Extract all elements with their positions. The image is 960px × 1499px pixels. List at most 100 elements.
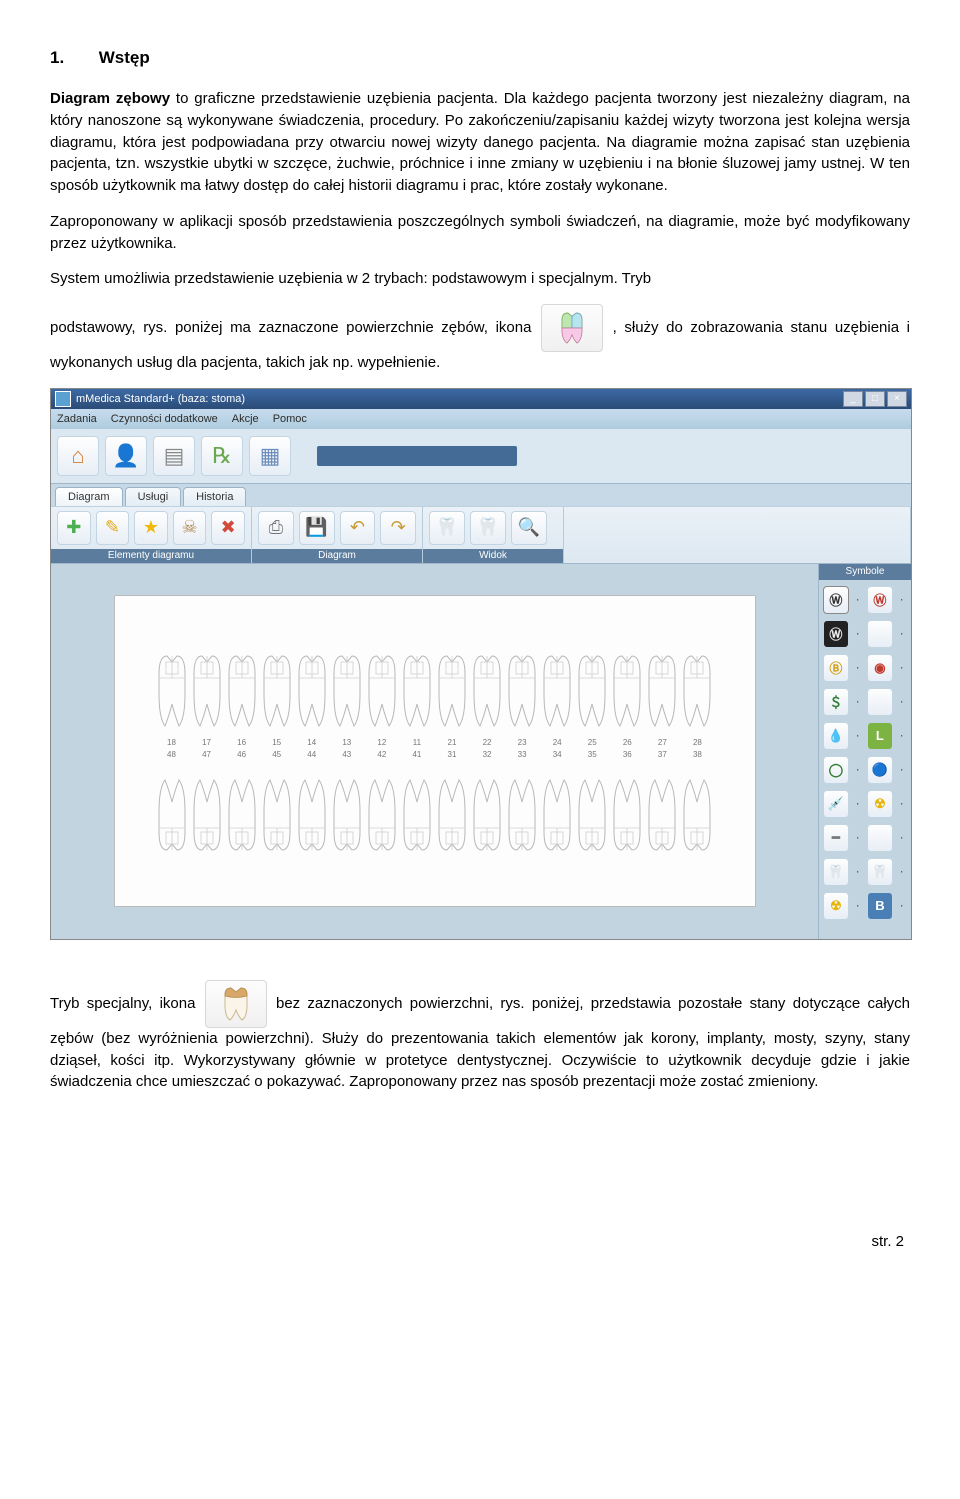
- symbol-dollar[interactable]: ＄: [823, 688, 849, 716]
- tooth-icon[interactable]: [435, 776, 469, 856]
- remove-element-button[interactable]: ☠: [173, 511, 207, 545]
- search-icon: 🔍: [518, 517, 540, 538]
- symbol-empty-3[interactable]: [867, 824, 893, 852]
- symbol-empty-2[interactable]: [867, 688, 893, 716]
- tooth-icon[interactable]: [190, 650, 224, 730]
- window-maximize-button[interactable]: □: [865, 391, 885, 407]
- tooth-number: 12: [365, 738, 399, 747]
- menu-bar: Zadania Czynności dodatkowe Akcje Pomoc: [51, 409, 911, 429]
- tooth-icon[interactable]: [435, 650, 469, 730]
- menu-akcje[interactable]: Akcje: [232, 413, 259, 425]
- symbol-line[interactable]: ━: [823, 824, 849, 852]
- symbol-drop-blue[interactable]: 🔵: [867, 756, 893, 784]
- tooth-icon[interactable]: [330, 650, 364, 730]
- tooth-icon[interactable]: [505, 776, 539, 856]
- tooth-icon[interactable]: [155, 650, 189, 730]
- tab-historia[interactable]: Historia: [183, 487, 246, 506]
- paragraph-4: podstawowy, rys. poniżej ma zaznaczone p…: [50, 304, 910, 374]
- symbol-w-outline[interactable]: Ⓦ: [823, 586, 849, 614]
- tooth-number: 35: [575, 750, 609, 759]
- symbol-circle-green[interactable]: ◯: [823, 756, 849, 784]
- tooth-icon[interactable]: [470, 776, 504, 856]
- redo-button[interactable]: ↷: [380, 511, 416, 545]
- star-icon: ★: [143, 517, 159, 538]
- plus-tooth-icon: ✚: [66, 517, 81, 538]
- tooth-icon[interactable]: [295, 776, 329, 856]
- edit-element-button[interactable]: ✎: [96, 511, 130, 545]
- symbol-w-black[interactable]: Ⓦ: [823, 620, 849, 648]
- tooth-icon[interactable]: [680, 776, 714, 856]
- tooth-icon[interactable]: [610, 650, 644, 730]
- tab-diagram[interactable]: Diagram: [55, 487, 123, 506]
- page-footer: str. 2: [50, 1233, 910, 1250]
- tooth-icon[interactable]: [645, 776, 679, 856]
- paragraph-1: Diagram zębowy to graficzne przedstawien…: [50, 88, 910, 197]
- tooth-icon[interactable]: [470, 650, 504, 730]
- menu-czynnosci[interactable]: Czynności dodatkowe: [111, 413, 218, 425]
- tooth-icon[interactable]: [330, 776, 364, 856]
- prescription-button[interactable]: ℞: [201, 436, 243, 476]
- undo-icon: ↶: [350, 517, 365, 538]
- tooth-icon[interactable]: [540, 776, 574, 856]
- favorite-button[interactable]: ★: [134, 511, 168, 545]
- window-close-button[interactable]: ×: [887, 391, 907, 407]
- paragraph-2: Zaproponowany w aplikacji sposób przedst…: [50, 211, 910, 255]
- tooth-number: 15: [260, 738, 294, 747]
- tooth-icon[interactable]: [225, 776, 259, 856]
- tooth-icon[interactable]: [575, 776, 609, 856]
- patient-button[interactable]: 👤: [105, 436, 147, 476]
- zoom-button[interactable]: 🔍: [511, 511, 547, 545]
- symbol-radiation[interactable]: ☢: [867, 790, 893, 818]
- tooth-icon[interactable]: [365, 650, 399, 730]
- section-heading: 1. Wstęp: [50, 48, 910, 68]
- symbol-tooth-pink[interactable]: 🦷: [867, 858, 893, 886]
- symbol-radiation-2[interactable]: ☢: [823, 892, 849, 920]
- home-button[interactable]: ⌂: [57, 436, 99, 476]
- print-button[interactable]: ⎙: [258, 511, 294, 545]
- symbol-empty-1[interactable]: [867, 620, 893, 648]
- menu-pomoc[interactable]: Pomoc: [273, 413, 307, 425]
- person-icon: 👤: [112, 443, 139, 469]
- delete-button[interactable]: ✖: [211, 511, 245, 545]
- x-icon: ✖: [221, 517, 236, 538]
- tooth-icon[interactable]: [260, 776, 294, 856]
- tooth-icon[interactable]: [295, 650, 329, 730]
- tooth-icon[interactable]: [260, 650, 294, 730]
- tab-uslugi[interactable]: Usługi: [125, 487, 182, 506]
- tooth-icon[interactable]: [155, 776, 189, 856]
- tooth-number: 44: [295, 750, 329, 759]
- undo-button[interactable]: ↶: [340, 511, 376, 545]
- tooth-icon[interactable]: [610, 776, 644, 856]
- view-segmented-button[interactable]: 🦷: [470, 511, 506, 545]
- add-element-button[interactable]: ✚: [57, 511, 91, 545]
- window-minimize-button[interactable]: _: [843, 391, 863, 407]
- document-button[interactable]: ▤: [153, 436, 195, 476]
- document-icon: ▤: [164, 443, 185, 469]
- symbol-dot[interactable]: ◉: [867, 654, 893, 682]
- tooth-icon[interactable]: [540, 650, 574, 730]
- diagram-canvas[interactable]: 18171615141312112122232425262728 4847464…: [59, 572, 810, 931]
- calendar-button[interactable]: ▦: [249, 436, 291, 476]
- symbol-l-green[interactable]: L: [867, 722, 893, 750]
- symbol-b-yellow[interactable]: Ⓑ: [823, 654, 849, 682]
- symbol-b-blue[interactable]: B: [867, 892, 893, 920]
- tooth-icon[interactable]: [400, 776, 434, 856]
- tooth-icon[interactable]: [645, 650, 679, 730]
- save-button[interactable]: 💾: [299, 511, 335, 545]
- tooth-icon[interactable]: [190, 776, 224, 856]
- paragraph-3: System umożliwia przedstawienie uzębieni…: [50, 268, 910, 290]
- symbol-drop[interactable]: 💧: [823, 722, 849, 750]
- group-label-view: Widok: [423, 549, 563, 563]
- tooth-icon[interactable]: [505, 650, 539, 730]
- tooth-icon[interactable]: [680, 650, 714, 730]
- menu-zadania[interactable]: Zadania: [57, 413, 97, 425]
- tooth-icon[interactable]: [400, 650, 434, 730]
- symbol-w-red[interactable]: Ⓦ: [867, 586, 893, 614]
- tooth-icon[interactable]: [365, 776, 399, 856]
- view-simple-button[interactable]: 🦷: [429, 511, 465, 545]
- symbol-tooth-blue[interactable]: 🦷: [823, 858, 849, 886]
- redo-icon: ↷: [391, 517, 406, 538]
- symbol-syringe[interactable]: 💉: [823, 790, 849, 818]
- tooth-icon[interactable]: [575, 650, 609, 730]
- tooth-icon[interactable]: [225, 650, 259, 730]
